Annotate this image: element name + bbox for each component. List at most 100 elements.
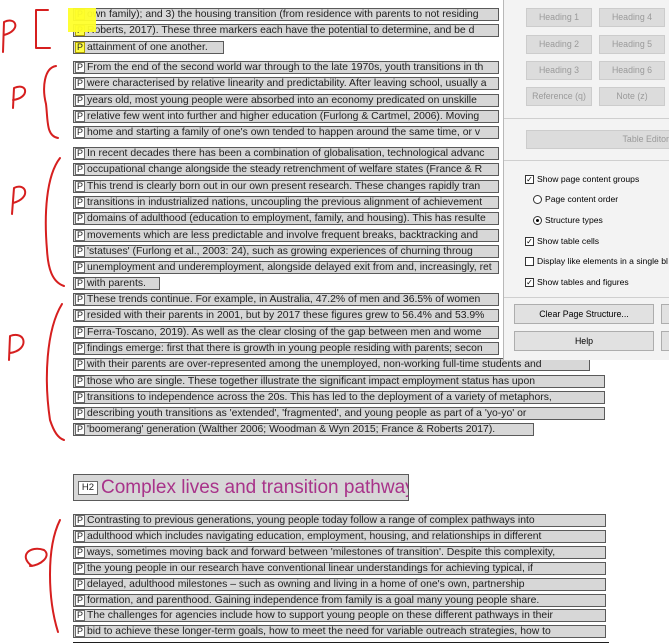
structure-text-line[interactable]: Pways, sometimes moving back and forward… [73, 546, 606, 559]
line-text: years old, most young people were absorb… [87, 95, 477, 106]
table-editor-button[interactable]: Table Editor [526, 130, 669, 149]
structure-text-line[interactable]: Punemployment and underemployment, along… [73, 261, 499, 274]
structure-text-line[interactable]: Pdomains of adulthood (education to empl… [73, 212, 499, 225]
structure-text-line[interactable]: Pdescribing youth transitions as 'extend… [73, 407, 605, 420]
show-table-cells-checkbox[interactable]: ✓ Show table cells [525, 236, 599, 247]
p-tag-marker: P [75, 181, 85, 192]
structure-text-line[interactable]: Pwere characterised by relative linearit… [73, 77, 499, 90]
show-page-content-groups-checkbox[interactable]: ✓ Show page content groups [525, 174, 639, 185]
p-tag-marker: P [75, 547, 85, 558]
panel-button-cut-off[interactable] [661, 304, 669, 324]
p-tag-marker: P [75, 626, 85, 637]
p-tag-marker: P [75, 213, 85, 224]
checkmark-icon: ✓ [525, 175, 534, 185]
structure-text-line[interactable]: Pmovements which are less predictable an… [73, 229, 499, 242]
reading-order-panel: Heading 1 Heading 4 Heading 2 Heading 5 … [503, 0, 669, 360]
line-text: domains of adulthood (education to emplo… [87, 213, 486, 224]
p-tag-marker: P [75, 343, 85, 354]
line-text: movements which are less predictable and… [87, 230, 479, 241]
heading-4-button[interactable]: Heading 4 [599, 8, 665, 27]
structure-text-line[interactable]: Ptransitions in industrialized nations, … [73, 196, 499, 209]
page-content-order-radio[interactable]: Page content order [533, 194, 618, 205]
heading-6-button[interactable]: Heading 6 [599, 61, 665, 80]
p-tag-marker: P [75, 230, 85, 241]
structure-text-line[interactable]: Poccupational change alongside the stead… [73, 163, 499, 176]
p-tag-marker: P [75, 392, 85, 403]
empty-checkbox-icon [525, 257, 534, 267]
p-tag-marker: P [75, 278, 85, 289]
structure-text-line[interactable]: P This trend is clearly born out in our o… [73, 180, 499, 193]
p-tag-marker: P [75, 310, 85, 321]
structure-text-line[interactable]: Pbid to achieve these longer-term goals,… [73, 625, 606, 638]
structure-text-line[interactable]: P From the end of the second world war th… [73, 61, 499, 74]
structure-text-line[interactable]: P Ferra-Toscano, 2019). As well as the cl… [73, 326, 499, 339]
yellow-highlight-mark [68, 8, 96, 32]
structure-text-line[interactable]: P'statuses' (Furlong et al., 2003: 24), … [73, 245, 499, 258]
structure-text-line[interactable]: Phome and starting a family of one's own… [73, 126, 499, 139]
p-tag-marker: P [75, 579, 85, 590]
p-tag-marker: P [75, 197, 85, 208]
line-text: bid to achieve these longer-term goals, … [87, 626, 551, 637]
structure-text-line[interactable]: Pown family); and 3) the housing transit… [73, 8, 499, 21]
h2-heading-text: Complex lives and transition pathways [101, 477, 409, 498]
p-tag-marker: P [75, 42, 85, 53]
p-tag-marker: P [75, 78, 85, 89]
structure-text-line[interactable]: Pfindings emerge: first that there is gr… [73, 342, 499, 355]
heading-1-button[interactable]: Heading 1 [526, 8, 592, 27]
checkmark-icon: ✓ [525, 278, 534, 288]
p-tag-marker: P [75, 595, 85, 606]
p-tag-marker: P [75, 408, 85, 419]
p-tag-marker: P [75, 424, 85, 435]
radio-off-icon [533, 195, 542, 205]
p-tag-marker: P [75, 294, 85, 305]
structure-text-line[interactable]: Padulthood which includes navigating edu… [73, 530, 606, 543]
heading-5-button[interactable]: Heading 5 [599, 35, 665, 54]
structure-text-line[interactable]: Pwith parents. [73, 277, 160, 290]
reference-button[interactable]: Reference (q) [526, 87, 592, 106]
structure-types-radio[interactable]: Structure types [533, 215, 603, 226]
structure-text-line[interactable]: P The challenges for agencies include how… [73, 609, 606, 622]
structure-text-line[interactable]: P Contrasting to previous generations, yo… [73, 514, 606, 527]
p-tag-marker: P [75, 111, 85, 122]
structure-text-line[interactable]: Pthose who are single. These together il… [73, 375, 605, 388]
p-tag-marker: P [75, 531, 85, 542]
line-text: formation, and parenthood. Gaining indep… [87, 595, 540, 606]
p-tag-marker: P [75, 262, 85, 273]
panel-separator [504, 297, 669, 298]
structure-text-line[interactable]: Prelative few went into further and high… [73, 110, 499, 123]
p-tag-marker: P [75, 359, 85, 370]
structure-text-line[interactable]: Pyears old, most young people were absor… [73, 94, 499, 107]
p-tag-marker: P [75, 62, 85, 73]
structure-text-line[interactable]: P These trends continue. For example, in … [73, 293, 499, 306]
line-text: describing youth transitions as 'extende… [87, 408, 527, 419]
clear-page-structure-button[interactable]: Clear Page Structure... [514, 304, 654, 324]
heading-3-button[interactable]: Heading 3 [526, 61, 592, 80]
line-text: This trend is clearly born out in our ow… [87, 181, 481, 192]
p-tag-marker: P [75, 246, 85, 257]
structure-text-line[interactable]: Pformation, and parenthood. Gaining inde… [73, 594, 606, 607]
panel-button-cut-off[interactable] [661, 331, 669, 351]
structure-text-line[interactable]: PRoberts, 2017). These three markers eac… [73, 24, 499, 37]
display-like-elements-checkbox[interactable]: Display like elements in a single bl [525, 256, 668, 267]
line-text: From the end of the second world war thr… [87, 62, 484, 73]
show-tables-figures-checkbox[interactable]: ✓ Show tables and figures [525, 277, 629, 288]
line-text: Roberts, 2017). These three markers each… [87, 25, 475, 36]
line-text: ways, sometimes moving back and forward … [87, 547, 556, 558]
heading-2-button[interactable]: Heading 2 [526, 35, 592, 54]
structure-text-line[interactable]: P'boomerang' generation (Walther 2006; W… [73, 423, 534, 436]
structure-text-line[interactable]: Ptransitions to independence across the … [73, 391, 605, 404]
structure-text-line[interactable]: Pattainment of one another. [73, 41, 224, 54]
h2-heading-block[interactable]: H2 Complex lives and transition pathways [73, 474, 409, 501]
structure-text-line[interactable]: Pdelayed, adulthood milestones – such as… [73, 578, 606, 591]
structure-text-line[interactable]: Pthe young people in our research have c… [73, 562, 606, 575]
line-text: transitions to independence across the 2… [87, 392, 552, 403]
line-text: with parents. [87, 278, 146, 289]
note-button[interactable]: Note (z) [599, 87, 665, 106]
help-button[interactable]: Help [514, 331, 654, 351]
line-text: own family); and 3) the housing transiti… [87, 9, 479, 20]
structure-text-line[interactable]: Presided with their parents in 2001, but… [73, 309, 499, 322]
structure-text-line[interactable]: P In recent decades there has been a comb… [73, 147, 499, 160]
p-tag-marker: P [75, 127, 85, 138]
line-text: relative few went into further and highe… [87, 111, 480, 122]
line-text: with their parents are over-represented … [87, 359, 542, 370]
